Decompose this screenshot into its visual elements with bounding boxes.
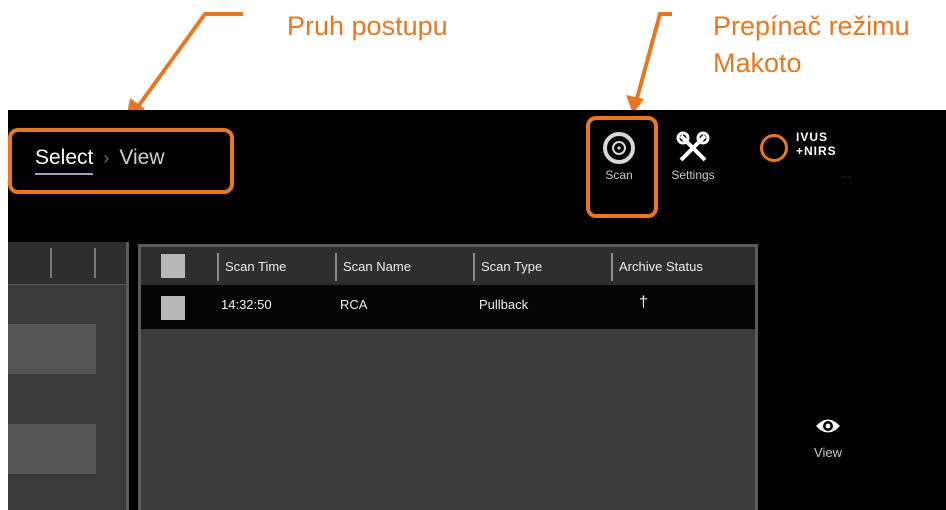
view-label: View bbox=[814, 445, 842, 460]
settings-icon bbox=[676, 131, 710, 162]
table-row[interactable]: 14:32:50 RCA Pullback † bbox=[141, 285, 755, 329]
left-list-item[interactable] bbox=[8, 424, 96, 474]
breadcrumb: Select › View bbox=[35, 146, 165, 175]
eye-icon bbox=[816, 419, 840, 433]
ivus-nirs-logo: IVUS +NIRS ····· bbox=[760, 130, 890, 190]
left-list-item[interactable] bbox=[8, 324, 96, 374]
left-panel bbox=[8, 242, 129, 510]
app-screen: Select › View Scan Settings IVUS +NIRS ···… bbox=[8, 110, 946, 510]
left-panel-header bbox=[8, 242, 126, 285]
cell-scan-type: Pullback bbox=[479, 297, 529, 312]
logo-line1: IVUS bbox=[796, 130, 829, 144]
cell-scan-time: 14:32:50 bbox=[221, 297, 272, 312]
breadcrumb-view[interactable]: View bbox=[119, 146, 164, 169]
column-scan-name[interactable]: Scan Name bbox=[335, 253, 473, 281]
select-all-checkbox[interactable] bbox=[161, 254, 185, 278]
breadcrumb-separator: › bbox=[103, 148, 110, 168]
scan-button[interactable]: Scan bbox=[594, 130, 644, 182]
arrow-to-breadcrumb bbox=[135, 12, 243, 110]
settings-label: Settings bbox=[671, 168, 715, 182]
logo-ring-icon bbox=[760, 134, 788, 162]
left-header-divider bbox=[50, 248, 52, 278]
callout-progress-bar: Pruh postupu bbox=[287, 11, 448, 41]
breadcrumb-select[interactable]: Select bbox=[35, 146, 94, 175]
logo-version: ····· bbox=[840, 174, 852, 181]
arrow-to-scan bbox=[634, 12, 672, 103]
table-header: Scan Time Scan Name Scan Type Archive St… bbox=[141, 247, 755, 285]
callout-mode-toggle: Prepínač režimu Makoto bbox=[713, 8, 910, 82]
view-button[interactable]: View bbox=[806, 415, 850, 460]
left-header-divider bbox=[94, 248, 96, 278]
callout-mode-toggle-line2: Makoto bbox=[713, 48, 802, 78]
scan-table: Scan Time Scan Name Scan Type Archive St… bbox=[138, 244, 758, 510]
column-archive-status[interactable]: Archive Status bbox=[611, 253, 755, 281]
archive-status-icon: † bbox=[639, 294, 648, 311]
cell-scan-name: RCA bbox=[340, 297, 368, 312]
row-checkbox[interactable] bbox=[161, 296, 185, 320]
callout-mode-toggle-line1: Prepínač režimu bbox=[713, 11, 910, 41]
scan-icon bbox=[603, 132, 635, 164]
column-scan-time[interactable]: Scan Time bbox=[217, 253, 335, 281]
logo-line2: +NIRS bbox=[796, 144, 837, 158]
scan-label: Scan bbox=[605, 168, 633, 182]
settings-button[interactable]: Settings bbox=[657, 130, 729, 182]
column-scan-type[interactable]: Scan Type bbox=[473, 253, 611, 281]
